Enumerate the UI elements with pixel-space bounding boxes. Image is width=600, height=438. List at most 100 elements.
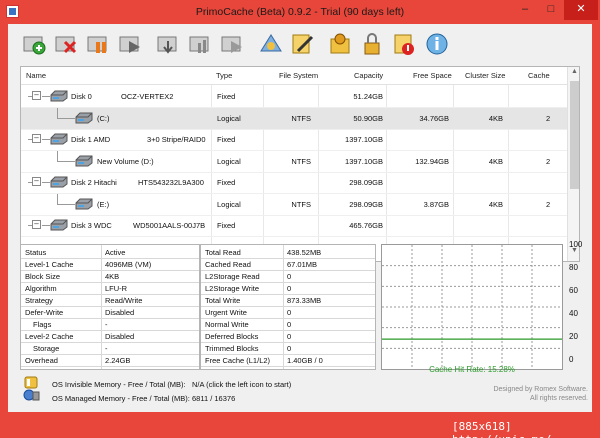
tree-line bbox=[57, 193, 58, 204]
col-capacity[interactable]: Capacity bbox=[354, 71, 383, 80]
stats-value: 0 bbox=[287, 308, 292, 317]
stats-key: L2Storage Read bbox=[205, 272, 260, 281]
stats-row: Trimmed Blocks 0 bbox=[201, 343, 375, 355]
status-value: 2.24GB bbox=[105, 356, 131, 365]
minimize-button[interactable]: – bbox=[512, 0, 538, 20]
status-row: Storage - bbox=[21, 343, 199, 355]
collapse-icon[interactable]: – bbox=[32, 91, 41, 100]
resume-cache-icon[interactable] bbox=[116, 30, 146, 58]
stats-icon[interactable] bbox=[186, 30, 216, 58]
volume-row[interactable]: (C:) Logical NTFS 50.90GB 34.76GB 4KB 2 bbox=[21, 107, 567, 130]
y-tick-label: 40 bbox=[569, 309, 578, 318]
status-value: - bbox=[105, 320, 108, 329]
status-key: Block Size bbox=[25, 272, 61, 281]
app-window: PrimoCache (Beta) 0.9.2 - Trial (90 days… bbox=[0, 0, 600, 438]
memory-toggle-icon[interactable] bbox=[22, 376, 40, 402]
tree-line bbox=[42, 96, 50, 97]
stats-row: Urgent Write 0 bbox=[201, 307, 375, 319]
col-cache[interactable]: Cache bbox=[528, 71, 550, 80]
status-row: Block Size 4KB bbox=[21, 271, 199, 283]
cell-cluster-size: 4KB bbox=[488, 156, 503, 166]
col-type[interactable]: Type bbox=[216, 71, 232, 80]
disk-row[interactable]: – Disk 3 WDC WD5001AALS-00J7B Fixed 465.76GB bbox=[21, 215, 567, 237]
status-row: Status Active bbox=[21, 247, 199, 259]
tree-line bbox=[57, 160, 75, 162]
settings-icon[interactable] bbox=[256, 30, 286, 58]
stats-key: L2Storage Write bbox=[205, 284, 260, 293]
cell-free-space: 132.94GB bbox=[415, 156, 449, 166]
stats-key: Deferred Blocks bbox=[205, 332, 259, 341]
cell-type: Logical bbox=[217, 156, 241, 166]
lock-icon[interactable] bbox=[358, 30, 388, 58]
managed-memory-value: 6811 / 16376 bbox=[192, 394, 236, 403]
collapse-icon[interactable]: – bbox=[32, 134, 41, 143]
cell-cache: 2 bbox=[546, 199, 551, 209]
disk-name: Disk 3 WDC bbox=[71, 221, 112, 230]
stats-row: L2Storage Read 0 bbox=[201, 271, 375, 283]
col-filesystem[interactable]: File System bbox=[279, 71, 318, 80]
volume-icon bbox=[75, 112, 93, 124]
options-icon[interactable] bbox=[326, 30, 356, 58]
disk-row[interactable]: – Disk 0 OCZ-VERTEX2 Fixed 51.24GB bbox=[21, 86, 567, 108]
credits: Designed by Romex Software. All rights r… bbox=[468, 385, 588, 403]
col-free-space[interactable]: Free Space bbox=[413, 71, 452, 80]
play-icon[interactable] bbox=[218, 30, 248, 58]
volume-row[interactable]: New Volume (D:) Logical NTFS 1397.10GB 132.9… bbox=[21, 150, 567, 173]
stats-row: Normal Write 0 bbox=[201, 319, 375, 331]
panel-row-line bbox=[201, 366, 375, 367]
maximize-button[interactable]: □ bbox=[538, 0, 564, 20]
scroll-up-icon[interactable]: ▲ bbox=[568, 68, 579, 80]
add-cache-icon[interactable] bbox=[20, 30, 50, 58]
stats-panel: Total Read 438.52MB Cached Read 67.01MB L2St… bbox=[200, 244, 376, 370]
tree-header: Name Type File System Capacity Free Spac… bbox=[21, 67, 567, 85]
cell-capacity: 1397.10GB bbox=[345, 156, 383, 166]
status-value: Disabled bbox=[105, 332, 135, 341]
panel-row-line bbox=[21, 366, 199, 367]
edit-icon[interactable] bbox=[288, 30, 318, 58]
cell-cache: 2 bbox=[546, 156, 551, 166]
invisible-memory-label: OS Invisible Memory - Free / Total (MB): bbox=[52, 380, 186, 389]
status-key: Overhead bbox=[25, 356, 58, 365]
about-icon[interactable] bbox=[422, 30, 452, 58]
flush-cache-icon[interactable] bbox=[154, 30, 184, 58]
status-value: 4KB bbox=[105, 272, 120, 281]
disk-icon bbox=[50, 90, 68, 102]
disk-row[interactable]: – Disk 1 AMD 3+0 Stripe/RAID0 Fixed 1397.10G… bbox=[21, 129, 567, 151]
volume-row[interactable]: (E:) Logical NTFS 298.09GB 3.87GB 4KB 2 bbox=[21, 193, 567, 216]
pause-cache-icon[interactable] bbox=[84, 30, 114, 58]
disk-row[interactable]: – Disk 2 Hitachi HTS543232L9A300 Fixed 298.0… bbox=[21, 172, 567, 194]
disk-tree[interactable]: Name Type File System Capacity Free Spac… bbox=[20, 66, 580, 262]
collapse-icon[interactable]: – bbox=[32, 177, 41, 186]
cell-type: Fixed bbox=[217, 178, 236, 187]
status-row: Level-1 Cache 4096MB (VM) bbox=[21, 259, 199, 271]
cell-free-space: 3.87GB bbox=[423, 199, 449, 209]
cell-filesystem: NTFS bbox=[291, 113, 311, 123]
col-name[interactable]: Name bbox=[26, 71, 46, 80]
cell-capacity: 51.24GB bbox=[353, 92, 383, 101]
cell-filesystem: NTFS bbox=[291, 156, 311, 166]
stats-key: Free Cache (L1/L2) bbox=[205, 356, 271, 365]
help-icon[interactable] bbox=[390, 30, 420, 58]
cell-type: Logical bbox=[217, 113, 241, 123]
col-cluster-size[interactable]: Cluster Size bbox=[465, 71, 505, 80]
scroll-thumb[interactable] bbox=[570, 81, 579, 189]
status-key: Level-2 Cache bbox=[25, 332, 74, 341]
credit-line: All rights reserved. bbox=[530, 395, 588, 402]
cell-capacity: 465.76GB bbox=[349, 221, 383, 230]
cell-free-space: 34.76GB bbox=[419, 113, 449, 123]
status-key: Storage bbox=[33, 344, 60, 353]
close-button[interactable]: ✕ bbox=[564, 0, 598, 20]
status-row: Level-2 Cache Disabled bbox=[21, 331, 199, 343]
stats-row: Deferred Blocks 0 bbox=[201, 331, 375, 343]
delete-cache-icon[interactable] bbox=[52, 30, 82, 58]
status-key: Level-1 Cache bbox=[25, 260, 74, 269]
volume-name: (E:) bbox=[97, 199, 110, 209]
collapse-icon[interactable]: – bbox=[32, 220, 41, 229]
status-key: Strategy bbox=[25, 296, 53, 305]
invisible-memory-value: N/A (click the left icon to start) bbox=[192, 380, 292, 389]
disk-name: Disk 2 Hitachi bbox=[71, 178, 117, 187]
status-value: - bbox=[105, 344, 108, 353]
tree-scrollbar[interactable]: ▲ ▼ bbox=[567, 67, 579, 261]
volume-icon bbox=[75, 155, 93, 167]
toolbar-separator bbox=[320, 30, 324, 60]
